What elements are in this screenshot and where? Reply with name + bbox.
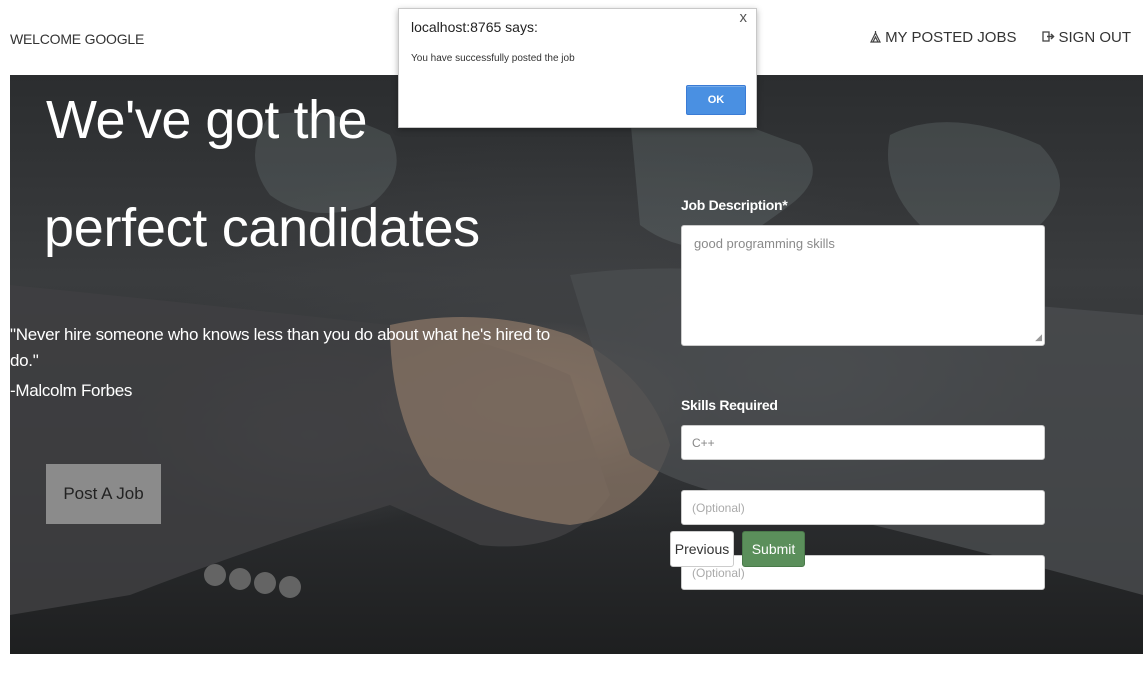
previous-button[interactable]: Previous [670,531,734,567]
sign-out-icon [1042,30,1056,46]
bottom-strip [0,654,1143,679]
briefcase-icon [869,30,882,46]
dialog-message: You have successfully posted the job [411,53,575,64]
skills-required-label: Skills Required [681,397,778,413]
skill-1-value: C++ [692,435,715,450]
hero-quote: "Never hire someone who knows less than … [10,325,550,370]
dialog-title: localhost:8765 says: [411,19,538,35]
hero-section: We've got the perfect candidates "Never … [10,75,1143,654]
submit-button[interactable]: Submit [742,531,805,567]
skill-2-placeholder: (Optional) [692,500,745,515]
skill-1-input[interactable]: C++ [681,425,1045,460]
cuff-buttons [204,564,301,598]
my-posted-jobs-label: MY POSTED JOBS [885,29,1017,46]
job-description-value: good programming skills [694,236,835,251]
quote-author: -Malcolm Forbes [10,381,133,400]
sign-out-link[interactable]: SIGN OUT [1042,29,1131,46]
skill-3-input[interactable]: (Optional) [681,555,1045,590]
skill-3-placeholder: (Optional) [692,565,745,580]
close-icon[interactable]: x [740,9,748,26]
nav-links: MY POSTED JOBS SIGN OUT [869,29,1131,46]
sign-out-label: SIGN OUT [1058,29,1131,46]
job-description-textarea[interactable]: good programming skills ◢ [681,225,1045,346]
hero-title-line1: We've got the [46,90,368,150]
my-posted-jobs-link[interactable]: MY POSTED JOBS [869,29,1016,46]
welcome-text: WELCOME GOOGLE [10,31,145,47]
resize-handle-icon[interactable]: ◢ [1035,332,1042,343]
job-description-label: Job Description* [681,197,788,213]
hero-title-line2: perfect candidates [44,198,480,258]
skill-2-input[interactable]: (Optional) [681,490,1045,525]
ok-button[interactable]: OK [686,85,746,115]
post-a-job-button[interactable]: Post A Job [46,464,161,524]
alert-dialog: localhost:8765 says: x You have successf… [398,8,757,128]
